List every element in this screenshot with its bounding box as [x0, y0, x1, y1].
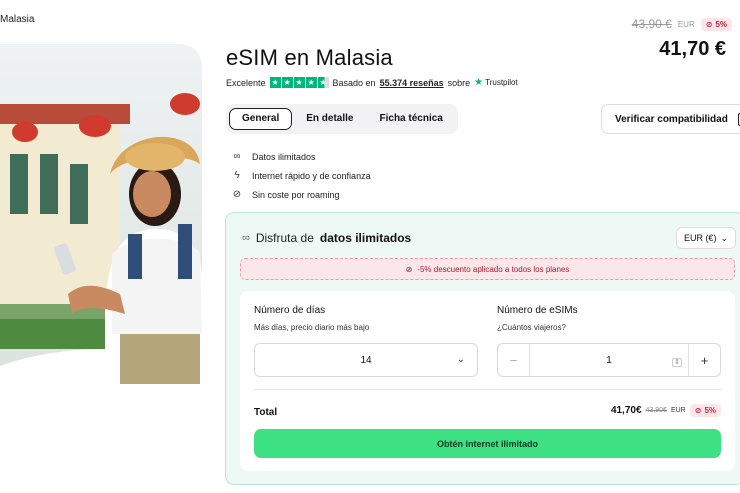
total-old-price: 43,90€: [645, 407, 667, 414]
feature-list: ∞ Datos ilimitados ϟ Internet rápido y d…: [231, 147, 371, 204]
breadcrumb[interactable]: Malasia: [0, 14, 34, 25]
trustpilot-star-icon: ★: [474, 77, 484, 88]
verify-compatibility-label: Verificar compatibilidad: [615, 113, 728, 125]
old-price: 43,90 €: [631, 17, 672, 31]
discount-banner: ⊘ -5% descuento aplicado a todos los pla…: [240, 258, 735, 280]
total-price-row: 41,70€ 43,90€ EUR ⊘ 5%: [611, 404, 721, 417]
decrement-button[interactable]: −: [498, 344, 530, 376]
trustpilot-logo: ★ Trustpilot: [474, 77, 518, 88]
feature-label: Datos ilimitados: [252, 151, 316, 162]
feature-item: ⊘ Sin coste por roaming: [231, 185, 371, 204]
plan-panel: ∞ Disfruta de datos ilimitados EUR (€) ⌄…: [225, 212, 740, 485]
currency-value: EUR (€): [683, 233, 717, 243]
total-price: 41,70€: [610, 405, 642, 416]
discount-badge: ⊘ 5%: [700, 17, 732, 31]
verify-compatibility-button[interactable]: Verificar compatibilidad: [601, 104, 740, 134]
old-price-row: 43,90 € EUR ⊘ 5%: [632, 17, 732, 31]
get-internet-button[interactable]: Obtén internet ilimitado: [254, 429, 721, 458]
panel-heading: ∞ Disfruta de datos ilimitados: [242, 231, 411, 245]
page-title: eSIM en Malasia: [226, 45, 393, 70]
trustpilot-stars: ★ ★ ★ ★ ★: [269, 77, 329, 88]
on-text: sobre: [447, 77, 471, 88]
esims-label: Número de eSIMs: [497, 305, 578, 316]
total-discount-badge: ⊘ 5%: [689, 404, 721, 417]
star-icon: ★: [281, 77, 293, 88]
old-price-currency: EUR: [677, 19, 695, 29]
based-on-text: Basado en: [332, 77, 376, 88]
esims-stepper: − 1 ⇕ +: [497, 343, 721, 377]
tab-general[interactable]: General: [229, 108, 293, 130]
esims-input[interactable]: 1 ⇕: [530, 354, 688, 367]
feature-item: ϟ Internet rápido y de confianza: [231, 166, 371, 185]
tab-en-detalle[interactable]: En detalle: [294, 108, 365, 130]
spinner-icon[interactable]: ⇕: [672, 357, 682, 367]
feature-label: Internet rápido y de confianza: [252, 170, 371, 181]
rating-row: Excelente ★ ★ ★ ★ ★ Basado en 55.374 res…: [226, 77, 518, 88]
increment-button[interactable]: +: [688, 344, 720, 376]
tab-ficha-tecnica[interactable]: Ficha técnica: [368, 108, 455, 130]
chevron-down-icon: ⌄: [456, 354, 465, 365]
lightning-icon: ϟ: [234, 170, 240, 181]
days-label: Número de días: [254, 305, 326, 316]
discount-banner-text: -5% descuento aplicado a todos los plane…: [417, 264, 570, 274]
days-value: 14: [360, 354, 372, 366]
panel-heading-bold: datos ilimitados: [319, 231, 412, 245]
feature-label: Sin coste por roaming: [252, 189, 340, 200]
no-roaming-icon: ⊘: [232, 189, 242, 200]
star-icon: ★: [305, 77, 317, 88]
star-icon: ★: [293, 77, 305, 88]
tag-icon: ⊘: [705, 19, 713, 29]
star-half-icon: ★: [317, 77, 329, 88]
plan-config-card: Número de días Más días, precio diario m…: [240, 291, 735, 471]
days-select[interactable]: 14 ⌄: [254, 343, 478, 377]
total-discount-label: 5%: [704, 406, 716, 415]
total-label: Total: [254, 407, 278, 418]
hero-image: [0, 44, 202, 406]
total-currency: EUR: [670, 407, 686, 414]
esims-value: 1: [606, 354, 612, 366]
feature-item: ∞ Datos ilimitados: [231, 147, 371, 166]
reviews-link[interactable]: 55.374 reseñas: [380, 78, 444, 88]
star-icon: ★: [269, 77, 281, 88]
currency-select[interactable]: EUR (€) ⌄: [675, 227, 736, 249]
trustpilot-label: Trustpilot: [485, 78, 518, 87]
divider: [254, 389, 721, 390]
chevron-down-icon: ⌄: [720, 232, 728, 243]
panel-heading-prefix: Disfruta de: [255, 231, 314, 245]
discount-badge-label: 5%: [715, 19, 727, 29]
esims-sublabel: ¿Cuántos viajeros?: [497, 323, 566, 332]
infinity-icon: ∞: [242, 232, 250, 244]
tag-icon: ⊘: [405, 264, 413, 274]
tab-bar: General En detalle Ficha técnica: [226, 104, 458, 134]
current-price: 41,70 €: [659, 38, 726, 60]
infinity-icon: ∞: [233, 151, 241, 162]
days-sublabel: Más días, precio diario más bajo: [254, 323, 370, 332]
tag-icon: ⊘: [694, 406, 702, 415]
rating-label: Excelente: [226, 77, 266, 88]
